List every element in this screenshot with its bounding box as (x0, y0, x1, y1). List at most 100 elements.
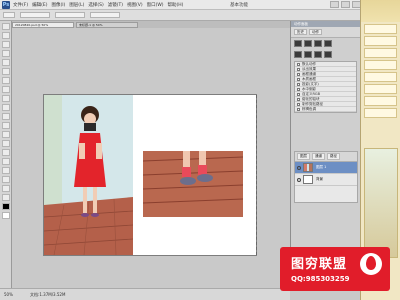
style-swatch-icon[interactable] (324, 40, 332, 47)
list-item[interactable] (364, 36, 397, 46)
checkbox-icon[interactable] (297, 82, 300, 86)
menu-view[interactable]: 视图(V) (127, 2, 143, 8)
eye-icon[interactable] (297, 177, 301, 182)
brush-tool-icon[interactable] (2, 86, 10, 93)
menu-select[interactable]: 选择(S) (88, 2, 103, 8)
document-size: 文档:1.37M/3.52M (30, 292, 66, 297)
menu-layer[interactable]: 图层(L) (69, 2, 84, 8)
list-item[interactable] (364, 84, 397, 94)
pen-tool-icon[interactable] (2, 149, 10, 156)
eraser-tool-icon[interactable] (2, 113, 10, 120)
list-item[interactable] (364, 96, 397, 106)
style-swatch-icon[interactable] (314, 51, 322, 58)
photoshop-logo: Ps (2, 1, 10, 9)
menu-filter[interactable]: 滤镜(T) (108, 2, 123, 8)
menu-file[interactable]: 文件(F) (13, 2, 28, 8)
layer-row[interactable]: 图层 1 (295, 162, 357, 174)
menu-bar: Ps 文件(F) 编辑(E) 图像(I) 图层(L) 选择(S) 滤镜(T) 视… (0, 0, 400, 10)
list-item[interactable] (364, 24, 397, 34)
dodge-tool-icon[interactable] (2, 140, 10, 147)
menu-image[interactable]: 图像(I) (51, 2, 65, 8)
list-item[interactable] (364, 60, 397, 70)
swatch-row-2 (291, 49, 360, 60)
menu-window[interactable]: 窗口(W) (147, 2, 164, 8)
checkbox-icon[interactable] (297, 77, 300, 81)
type-tool-icon[interactable] (2, 158, 10, 165)
shape-tool-icon[interactable] (2, 176, 10, 183)
style-swatch-icon[interactable] (294, 51, 302, 58)
actions-panel-tabs: 历史 动作 (291, 27, 360, 38)
crop-tool-icon[interactable] (2, 59, 10, 66)
action-item[interactable]: 棕褐色调 (295, 107, 356, 112)
healing-tool-icon[interactable] (2, 77, 10, 84)
option-field-3[interactable] (90, 12, 120, 18)
checkbox-icon[interactable] (297, 67, 300, 71)
actions-list: 默认动作 淡出效果 画框通道 木质画框 投影(文字) 水中倒影 自定义RGB 熔… (294, 61, 357, 113)
path-select-tool-icon[interactable] (2, 167, 10, 174)
swatch-row-1 (291, 38, 360, 49)
watermark-title: 图穷联盟 (291, 257, 348, 272)
list-item[interactable] (364, 108, 397, 118)
eye-icon[interactable] (297, 165, 301, 170)
hand-tool-icon[interactable] (2, 185, 10, 192)
move-tool-icon[interactable] (2, 23, 10, 30)
tab-channels[interactable]: 通道 (312, 153, 325, 160)
menu-help[interactable]: 帮助(H) (168, 2, 184, 8)
option-field-1[interactable] (20, 12, 50, 18)
blur-tool-icon[interactable] (2, 131, 10, 138)
layer-row[interactable]: 背景 (295, 174, 357, 186)
eyedropper-tool-icon[interactable] (2, 68, 10, 75)
canvas-workspace[interactable] (12, 28, 290, 287)
option-field-2[interactable] (55, 12, 85, 18)
watermark-badge: 图穷联盟 QQ:985303259 (280, 247, 390, 291)
style-swatch-icon[interactable] (324, 51, 332, 58)
toolbox (0, 21, 12, 288)
checkbox-icon[interactable] (297, 87, 300, 91)
options-bar (0, 10, 400, 21)
checkbox-icon[interactable] (297, 62, 300, 66)
tab-layers[interactable]: 图层 (297, 153, 310, 160)
history-brush-tool-icon[interactable] (2, 104, 10, 111)
checkbox-icon[interactable] (297, 97, 300, 101)
layers-panel-tabs: 图层 通道 路径 (295, 152, 357, 162)
lasso-tool-icon[interactable] (2, 41, 10, 48)
checkbox-icon[interactable] (297, 92, 300, 96)
tab-paths[interactable]: 路径 (327, 153, 340, 160)
style-swatch-icon[interactable] (304, 51, 312, 58)
marquee-tool-icon[interactable] (2, 32, 10, 39)
list-item[interactable] (364, 48, 397, 58)
menu-edit[interactable]: 编辑(E) (32, 2, 47, 8)
zoom-level[interactable]: 50% (4, 292, 13, 297)
style-swatch-icon[interactable] (314, 40, 322, 47)
tool-preset-picker[interactable] (3, 12, 15, 18)
style-swatch-icon[interactable] (304, 40, 312, 47)
background-color-swatch[interactable] (2, 212, 10, 219)
menu-list: 文件(F) 编辑(E) 图像(I) 图层(L) 选择(S) 滤镜(T) 视图(V… (13, 2, 183, 8)
tab-history[interactable]: 历史 (294, 29, 307, 35)
guide-line (256, 95, 257, 255)
workspace-switcher[interactable]: 基本功能 (230, 2, 248, 8)
layer-thumbnail (303, 163, 313, 172)
girl-photo (44, 95, 133, 255)
tab-actions[interactable]: 动作 (309, 29, 322, 35)
minimize-button[interactable] (330, 1, 339, 8)
maximize-button[interactable] (341, 1, 350, 8)
foreground-color-swatch[interactable] (2, 203, 10, 210)
stamp-tool-icon[interactable] (2, 95, 10, 102)
document-canvas[interactable] (43, 94, 257, 256)
checkbox-icon[interactable] (297, 107, 300, 111)
adjacent-window-header (361, 0, 400, 22)
magic-wand-tool-icon[interactable] (2, 50, 10, 57)
flame-logo-icon (360, 253, 382, 275)
feet-photo (143, 151, 243, 217)
status-bar: 50% 文档:1.37M/3.52M (0, 288, 290, 300)
checkbox-icon[interactable] (297, 72, 300, 76)
layers-panel: 图层 通道 路径 图层 1 背景 (294, 151, 358, 203)
layer-thumbnail (303, 175, 313, 184)
gradient-tool-icon[interactable] (2, 122, 10, 129)
zoom-tool-icon[interactable] (2, 194, 10, 201)
adjacent-photo (364, 148, 398, 258)
checkbox-icon[interactable] (297, 102, 300, 106)
list-item[interactable] (364, 72, 397, 82)
style-swatch-icon[interactable] (294, 40, 302, 47)
